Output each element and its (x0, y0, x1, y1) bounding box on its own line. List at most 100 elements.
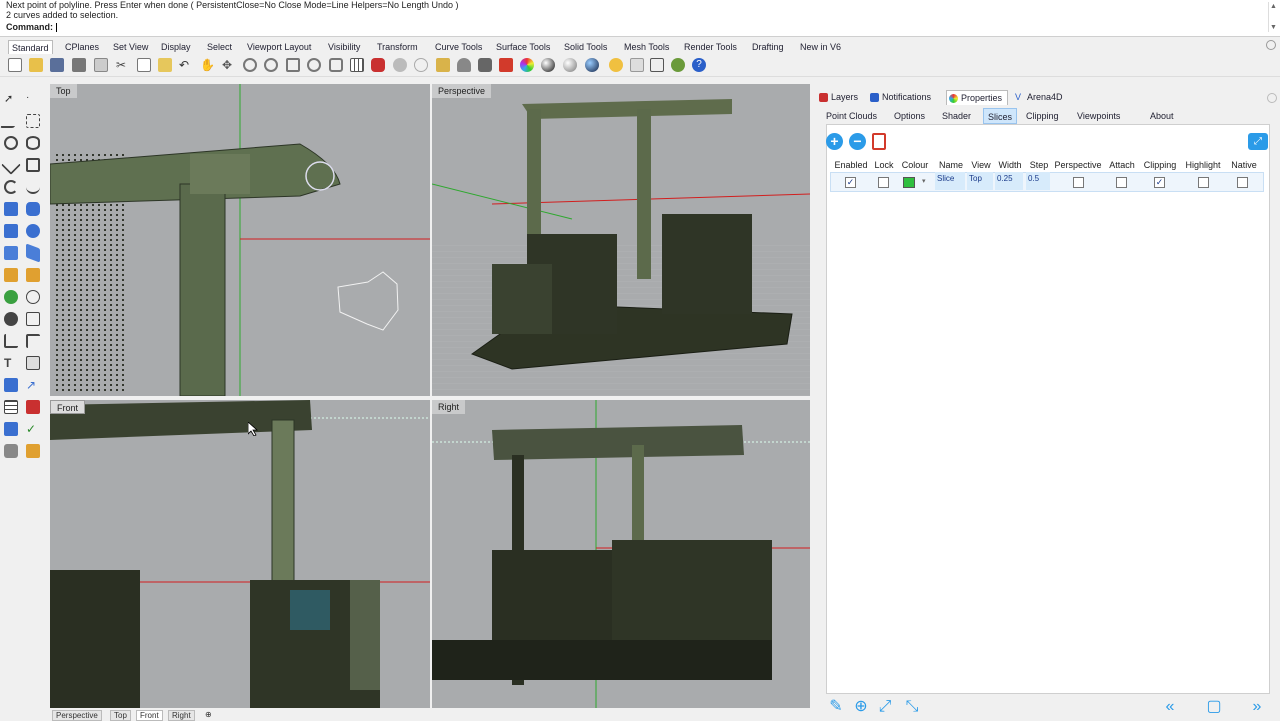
polygon-icon[interactable] (1, 155, 21, 175)
undo-icon[interactable]: ↶ (179, 58, 193, 72)
lock-icon[interactable] (478, 58, 492, 72)
select-arrow-icon[interactable]: ➚ (4, 92, 18, 106)
light-icon[interactable] (609, 58, 623, 72)
subtab-options[interactable]: Options (890, 108, 929, 124)
panel-tab-properties[interactable]: Properties (946, 90, 1008, 105)
subtab-about[interactable]: About (1146, 108, 1178, 124)
viewport-title-top[interactable]: Top (50, 84, 77, 98)
command-input[interactable] (56, 23, 57, 33)
resize-icon[interactable]: ⤢ (876, 698, 894, 716)
tab-surface-tools[interactable]: Surface Tools (493, 40, 553, 54)
surface-icon[interactable] (4, 202, 18, 216)
sphere-icon[interactable] (26, 224, 40, 238)
ellipse-icon[interactable] (26, 136, 40, 150)
bottom-tab-top[interactable]: Top (110, 710, 131, 721)
help-icon[interactable]: ? (692, 58, 706, 72)
named-cplanes-icon[interactable] (414, 58, 428, 72)
material-sphere-icon[interactable] (563, 58, 577, 72)
print-icon[interactable] (72, 58, 86, 72)
enabled-checkbox[interactable]: ✓ (845, 177, 856, 188)
add-tab-icon[interactable]: ⊕ (202, 710, 215, 719)
tab-set-view[interactable]: Set View (110, 40, 151, 54)
circle-icon[interactable] (4, 136, 18, 150)
tab-select[interactable]: Select (204, 40, 235, 54)
bottom-tab-perspective[interactable]: Perspective (52, 710, 102, 721)
analyze-icon[interactable] (26, 400, 40, 414)
lightbulb-icon[interactable] (457, 58, 471, 72)
viewport-title-right[interactable]: Right (432, 400, 466, 414)
box-view-icon[interactable]: ▢ (1205, 698, 1223, 716)
subtab-slices[interactable]: Slices (983, 108, 1018, 124)
colour-dropdown-icon[interactable]: ▾ (922, 177, 926, 185)
slice-name-cell[interactable]: Slice (935, 172, 965, 190)
previous-icon[interactable]: « (1161, 698, 1179, 716)
viewport-title-perspective[interactable]: Perspective (432, 84, 492, 98)
car-icon[interactable] (371, 58, 385, 72)
mesh-sphere-icon[interactable] (4, 290, 18, 304)
command-prompt[interactable]: Command: (6, 22, 57, 33)
panel-tab-layers[interactable]: Layers (817, 90, 861, 105)
measure-icon[interactable]: ⤡ (903, 698, 921, 716)
render-icon[interactable] (26, 444, 40, 458)
colour-swatch[interactable] (903, 177, 915, 188)
tab-display[interactable]: Display (158, 40, 194, 54)
bounding-box-icon[interactable] (26, 312, 40, 326)
scroll-up-icon[interactable]: ▲ (1269, 2, 1278, 11)
loft-icon[interactable] (26, 202, 40, 216)
boolean-icon[interactable] (4, 268, 18, 282)
panel-settings-gear-icon[interactable] (1267, 93, 1277, 103)
bottom-tab-front[interactable]: Front (136, 710, 163, 721)
tab-mesh-tools[interactable]: Mesh Tools (621, 40, 672, 54)
subtab-shader[interactable]: Shader (938, 108, 975, 124)
rotate-view-icon[interactable] (329, 58, 343, 72)
target-icon[interactable]: ⊕ (852, 698, 870, 716)
perspective-checkbox[interactable] (1073, 177, 1084, 188)
add-slice-button[interactable]: + (826, 133, 843, 150)
paint-bucket-icon[interactable] (499, 58, 513, 72)
tab-solid-tools[interactable]: Solid Tools (561, 40, 610, 54)
check-icon[interactable]: ✓ (26, 422, 40, 436)
zoom-selected-icon[interactable] (307, 58, 321, 72)
viewport-title-front[interactable]: Front (50, 400, 86, 414)
point-cloud-icon[interactable] (4, 312, 18, 326)
viewport-right[interactable]: Right (432, 400, 810, 708)
remove-slice-button[interactable]: − (849, 133, 866, 150)
clipping-checkbox[interactable]: ✓ (1154, 177, 1165, 188)
highlight-checkbox[interactable] (1198, 177, 1209, 188)
box-icon[interactable] (4, 224, 18, 238)
arc-icon[interactable] (4, 180, 18, 194)
pan-icon[interactable]: ✋ (200, 58, 215, 72)
named-views-icon[interactable] (393, 58, 407, 72)
leader-icon[interactable] (26, 334, 40, 348)
freeform-icon[interactable] (26, 180, 40, 194)
polyline-icon[interactable] (0, 114, 23, 128)
curve-icon[interactable] (26, 114, 40, 128)
layout-icon[interactable] (650, 58, 664, 72)
edit-icon[interactable] (4, 422, 18, 436)
expand-panel-icon[interactable]: ⤢ (1248, 133, 1268, 150)
zoom-window-icon[interactable] (264, 58, 278, 72)
settings-gear-icon[interactable] (1266, 40, 1276, 50)
move-view-icon[interactable]: ✥ (222, 58, 236, 72)
panel-tab-arena4d[interactable]: V Arena4D (1013, 90, 1069, 105)
transform-icon[interactable] (4, 378, 18, 392)
fillet-icon[interactable] (26, 268, 40, 282)
command-scrollbar[interactable]: ▲ ▼ (1268, 2, 1278, 32)
render-sphere-icon[interactable] (541, 58, 555, 72)
mesh-tools-icon[interactable] (26, 290, 40, 304)
dimension-icon[interactable] (4, 334, 18, 348)
tab-curve-tools[interactable]: Curve Tools (432, 40, 485, 54)
viewport-front[interactable]: Front (50, 400, 430, 708)
tab-standard[interactable]: Standard (8, 40, 53, 54)
grid-icon[interactable] (350, 58, 364, 72)
mesh-icon[interactable] (26, 243, 40, 263)
plugin-icon[interactable] (671, 58, 685, 72)
slice-step-cell[interactable]: 0.5 (1026, 172, 1050, 190)
grid-array-icon[interactable] (4, 400, 18, 414)
subtab-clipping[interactable]: Clipping (1022, 108, 1063, 124)
attach-checkbox[interactable] (1116, 177, 1127, 188)
lock-checkbox[interactable] (878, 177, 889, 188)
panel-tab-notifications[interactable]: Notifications (868, 90, 938, 105)
point-icon[interactable]: · (26, 92, 40, 106)
properties-icon[interactable] (94, 58, 108, 72)
